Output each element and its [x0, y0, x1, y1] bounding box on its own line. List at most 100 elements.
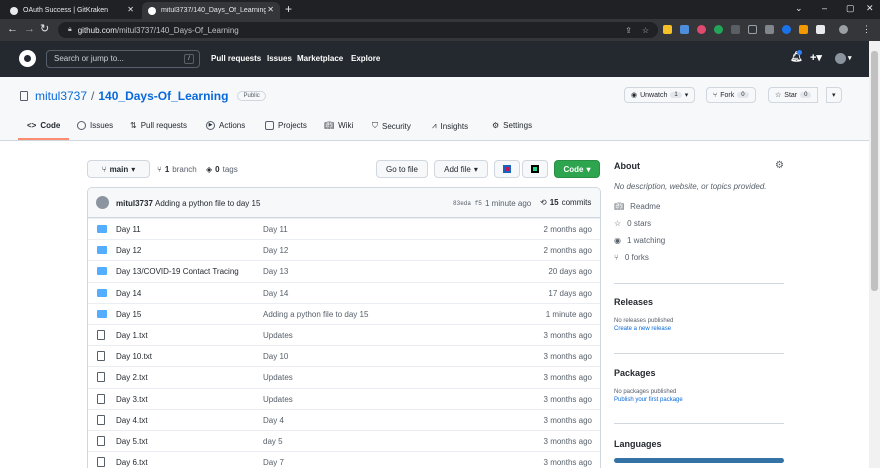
file-commit-message[interactable]: day 5: [263, 437, 283, 446]
grammarly-icon[interactable]: [714, 25, 723, 34]
forward-icon[interactable]: →: [24, 23, 35, 36]
forks-link[interactable]: ⑂ 0 forks: [614, 253, 784, 262]
commits-history-link[interactable]: ⟲ 15 commits: [540, 198, 591, 207]
file-row[interactable]: Day 10.txt Day 10 3 months ago: [88, 345, 600, 366]
file-name-link[interactable]: Day 1.txt: [116, 331, 148, 340]
close-tab-icon[interactable]: ✕: [267, 5, 274, 14]
tab-search-icon[interactable]: ⌄: [795, 3, 803, 14]
star-list-dropdown[interactable]: ▾: [826, 87, 842, 103]
file-row[interactable]: Day 4.txt Day 4 3 months ago: [88, 408, 600, 430]
file-name-link[interactable]: Day 12: [116, 246, 141, 255]
extension-icon-7[interactable]: [765, 25, 774, 34]
file-commit-message[interactable]: Updates: [263, 395, 293, 404]
packages-title[interactable]: Packages: [614, 368, 784, 378]
stars-link[interactable]: ☆ 0 stars: [614, 219, 784, 228]
new-tab-icon[interactable]: +: [285, 2, 292, 17]
create-release-link[interactable]: Create a new release: [614, 326, 784, 332]
file-name-link[interactable]: Day 13/COVID-19 Contact Tracing: [116, 267, 239, 276]
tab-wiki[interactable]: 📖︎ Wiki: [324, 121, 353, 130]
browser-tab-gitkraken[interactable]: OAuth Success | GitKraken ✕: [4, 2, 140, 19]
file-name-link[interactable]: Day 11: [116, 225, 141, 234]
file-name-link[interactable]: Day 10.txt: [116, 352, 152, 361]
unwatch-button[interactable]: ◉ Unwatch 1 ▾: [624, 87, 696, 103]
file-row[interactable]: Day 1.txt Updates 3 months ago: [88, 324, 600, 345]
tab-settings[interactable]: ⚙ Settings: [492, 121, 532, 130]
tab-security[interactable]: ⛉ Security: [372, 121, 411, 131]
go-to-file-button[interactable]: Go to file: [376, 160, 428, 178]
extension-icon-3[interactable]: [697, 25, 706, 34]
file-commit-message[interactable]: Day 12: [263, 246, 288, 255]
header-link-issues[interactable]: Issues: [267, 54, 292, 63]
file-row[interactable]: Day 11 Day 11 2 months ago: [88, 218, 600, 239]
extension-icon-2[interactable]: [680, 25, 689, 34]
file-commit-message[interactable]: Day 7: [263, 458, 284, 467]
file-name-link[interactable]: Day 4.txt: [116, 416, 148, 425]
file-row[interactable]: Day 12 Day 12 2 months ago: [88, 239, 600, 260]
file-row[interactable]: Day 2.txt Updates 3 months ago: [88, 366, 600, 387]
branch-select-button[interactable]: ⑂ main ▾: [87, 160, 150, 178]
address-bar[interactable]: 🔒︎ github.com/mitul3737/140_Days-Of_Lear…: [58, 22, 658, 38]
extension-icon-9[interactable]: [799, 25, 808, 34]
browser-menu-icon[interactable]: ⋮: [862, 23, 871, 36]
file-commit-message[interactable]: Day 10: [263, 352, 288, 361]
github-logo-icon[interactable]: [19, 50, 36, 67]
code-button[interactable]: Code ▾: [554, 160, 600, 178]
tab-pull-requests[interactable]: ⇅ Pull requests: [130, 121, 187, 130]
file-name-link[interactable]: Day 6.txt: [116, 458, 148, 467]
tags-link[interactable]: ◈ 0 tags: [206, 165, 238, 174]
profile-avatar-icon[interactable]: [839, 25, 848, 34]
file-name-link[interactable]: Day 5.txt: [116, 437, 148, 446]
file-row[interactable]: Day 5.txt day 5 3 months ago: [88, 430, 600, 451]
commit-author[interactable]: mitul3737: [116, 199, 153, 208]
add-file-button[interactable]: Add file ▾: [434, 160, 488, 178]
releases-title[interactable]: Releases: [614, 297, 784, 307]
file-commit-message[interactable]: Updates: [263, 331, 293, 340]
user-menu-caret-icon[interactable]: ▾: [848, 54, 852, 62]
publish-package-link[interactable]: Publish your first package: [614, 397, 784, 403]
commit-sha[interactable]: 83eda f5: [453, 200, 482, 207]
header-link-marketplace[interactable]: Marketplace: [297, 54, 343, 63]
file-commit-message[interactable]: Day 13: [263, 267, 288, 276]
commit-message[interactable]: Adding a python file to day 15: [155, 199, 260, 208]
header-link-explore[interactable]: Explore: [351, 54, 380, 63]
maximize-icon[interactable]: ▢: [846, 3, 855, 14]
tab-code[interactable]: <> Code: [27, 121, 60, 130]
user-avatar[interactable]: [835, 53, 846, 64]
share-icon[interactable]: ⇪: [625, 26, 632, 35]
extension-button-1[interactable]: [494, 160, 520, 178]
author-avatar[interactable]: [96, 196, 109, 209]
scrollbar-thumb[interactable]: [871, 51, 878, 291]
repo-owner-link[interactable]: mitul3737: [35, 89, 87, 103]
back-icon[interactable]: ←: [7, 23, 18, 36]
extension-icon-1[interactable]: [663, 25, 672, 34]
extension-icon-6[interactable]: [748, 25, 757, 34]
file-name-link[interactable]: Day 2.txt: [116, 373, 148, 382]
file-row[interactable]: Day 13/COVID-19 Contact Tracing Day 13 20 …: [88, 260, 600, 281]
file-commit-message[interactable]: Adding a python file to day 15: [263, 310, 368, 319]
file-commit-message[interactable]: Day 14: [263, 289, 288, 298]
branches-link[interactable]: ⑂ 1 branch: [157, 165, 197, 174]
gear-icon[interactable]: ⚙: [775, 160, 784, 171]
readme-link[interactable]: 📖︎ Readme: [614, 202, 784, 211]
minimize-icon[interactable]: –: [822, 3, 827, 13]
search-input[interactable]: Search or jump to... /: [46, 50, 200, 68]
tab-insights[interactable]: ⩘ Insights: [432, 121, 468, 131]
file-commit-message[interactable]: Day 4: [263, 416, 284, 425]
page-scrollbar[interactable]: [869, 41, 880, 468]
file-row[interactable]: Day 14 Day 14 17 days ago: [88, 281, 600, 303]
file-commit-message[interactable]: Updates: [263, 373, 293, 382]
extension-button-2[interactable]: [522, 160, 548, 178]
extension-icon-5[interactable]: [731, 25, 740, 34]
header-link-pull-requests[interactable]: Pull requests: [211, 54, 261, 63]
file-row[interactable]: Day 6.txt Day 7 3 months ago: [88, 451, 600, 468]
tab-issues[interactable]: Issues: [77, 121, 113, 130]
extension-icon-8[interactable]: [782, 25, 791, 34]
bookmark-star-icon[interactable]: ☆: [642, 26, 649, 35]
file-commit-message[interactable]: Day 11: [263, 225, 288, 234]
fork-button[interactable]: ⑂ Fork 0: [706, 87, 756, 103]
file-name-link[interactable]: Day 14: [116, 289, 141, 298]
tab-projects[interactable]: Projects: [265, 121, 307, 130]
star-button[interactable]: ☆ Star 0: [768, 87, 819, 103]
file-row[interactable]: Day 15 Adding a python file to day 15 1 mi…: [88, 302, 600, 324]
close-window-icon[interactable]: ✕: [866, 3, 874, 14]
